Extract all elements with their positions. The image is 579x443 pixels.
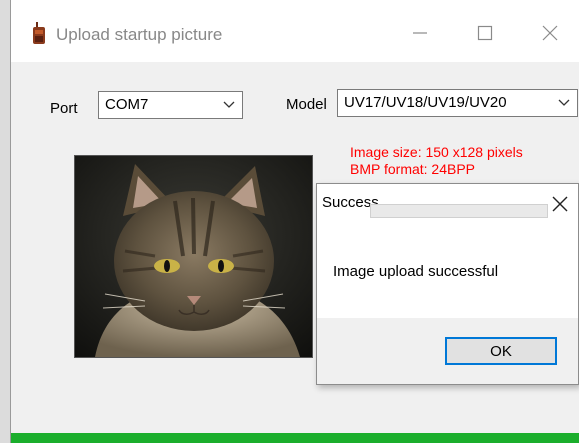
close-icon [542,25,558,41]
close-icon [552,196,568,212]
maximize-button[interactable] [466,18,506,48]
ok-button[interactable]: OK [445,337,557,365]
dialog-body: Image upload successful [317,222,578,318]
bmp-format-info: BMP format: 24BPP [350,161,476,177]
upload-progress-bar [11,433,579,443]
dialog-close-button[interactable] [546,190,574,218]
minimize-button[interactable] [401,18,441,48]
model-select[interactable]: UV17/UV18/UV19/UV20 [337,89,578,117]
preview-image [74,155,313,358]
dialog-title-bar[interactable]: Success [317,184,578,222]
chevron-down-icon [223,101,235,108]
port-value: COM7 [105,96,149,113]
port-label: Port [50,100,78,117]
model-value: UV17/UV18/UV19/UV20 [344,94,507,111]
minimize-icon [413,32,427,34]
title-bar[interactable]: Upload startup picture [11,0,579,62]
chevron-down-icon [558,99,570,106]
maximize-icon [477,25,493,41]
image-size-info: Image size: 150 x128 pixels [350,144,523,160]
underlying-button [370,204,548,218]
port-select[interactable]: COM7 [98,91,243,119]
close-button[interactable] [531,18,571,48]
dialog-message: Image upload successful [333,263,499,280]
window-title: Upload startup picture [56,25,223,44]
radio-app-icon [33,22,45,44]
model-label: Model [286,96,327,113]
success-dialog: Success Image upload successful OK [316,183,579,385]
cat-photo [75,156,312,357]
